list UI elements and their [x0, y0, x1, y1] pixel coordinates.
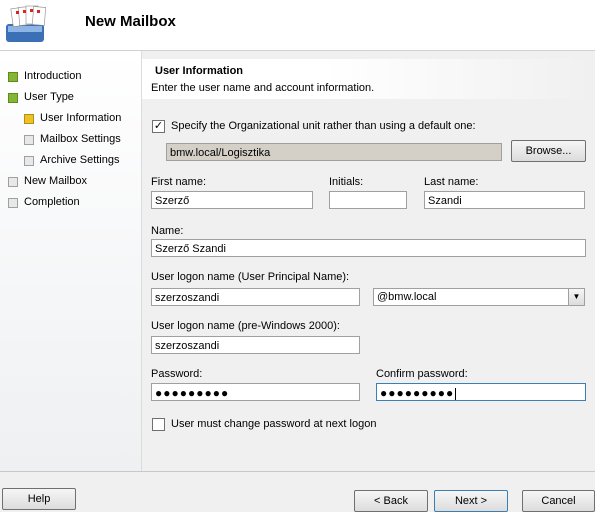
main-panel: User Information Enter the user name and…: [142, 51, 595, 471]
upn-input[interactable]: szerzoszandi: [151, 288, 360, 306]
initials-input[interactable]: [329, 191, 407, 209]
wizard-footer: Help < Back Next > Cancel: [0, 471, 595, 512]
back-button[interactable]: < Back: [354, 490, 428, 512]
step-done-icon: [8, 72, 18, 82]
step-pending-icon: [24, 156, 34, 166]
pre2000-label: User logon name (pre-Windows 2000):: [151, 320, 340, 332]
confirm-password-input[interactable]: ●●●●●●●●●: [376, 383, 586, 401]
must-change-password-checkbox[interactable]: [152, 418, 165, 431]
next-button[interactable]: Next >: [434, 490, 508, 512]
step-current-icon: [24, 114, 34, 124]
help-button[interactable]: Help: [2, 488, 76, 510]
step-pending-icon: [24, 135, 34, 145]
ou-checkbox[interactable]: ✓: [152, 120, 165, 133]
password-input[interactable]: ●●●●●●●●●: [151, 383, 360, 401]
first-name-label: First name:: [151, 176, 207, 188]
upn-domain-select[interactable]: @bmw.local ▼: [373, 288, 585, 306]
page-title: User Information: [155, 65, 244, 77]
name-label: Name:: [151, 225, 184, 237]
upn-domain-value: @bmw.local: [377, 291, 437, 303]
last-name-label: Last name:: [424, 176, 479, 188]
page-description: Enter the user name and account informat…: [151, 82, 375, 94]
last-name-input[interactable]: Szandi: [424, 191, 585, 209]
cancel-button[interactable]: Cancel: [522, 490, 595, 512]
first-name-input[interactable]: Szerző: [151, 191, 313, 209]
initials-label: Initials:: [329, 176, 364, 188]
name-input[interactable]: Szerző Szandi: [151, 239, 586, 257]
password-label: Password:: [151, 368, 203, 380]
step-pending-icon: [8, 177, 18, 187]
step-done-icon: [8, 93, 18, 103]
text-caret: [455, 387, 457, 400]
ou-path-field: bmw.local/Logisztika: [166, 143, 502, 161]
browse-button[interactable]: Browse...: [511, 140, 586, 162]
wizard-header: New Mailbox: [0, 0, 595, 50]
wizard-title: New Mailbox: [85, 13, 176, 30]
chevron-down-icon[interactable]: ▼: [568, 289, 584, 305]
wizard-steps-sidebar: Introduction User Type User Information …: [0, 51, 142, 471]
ou-checkbox-label: Specify the Organizational unit rather t…: [171, 120, 476, 132]
step-pending-icon: [8, 198, 18, 208]
confirm-password-label: Confirm password:: [376, 368, 468, 380]
upn-label: User logon name (User Principal Name):: [151, 271, 350, 283]
confirm-password-value: ●●●●●●●●●: [380, 386, 455, 400]
mailbox-icon: [6, 5, 46, 42]
pre2000-input[interactable]: szerzoszandi: [151, 336, 360, 354]
must-change-password-label: User must change password at next logon: [171, 418, 377, 430]
